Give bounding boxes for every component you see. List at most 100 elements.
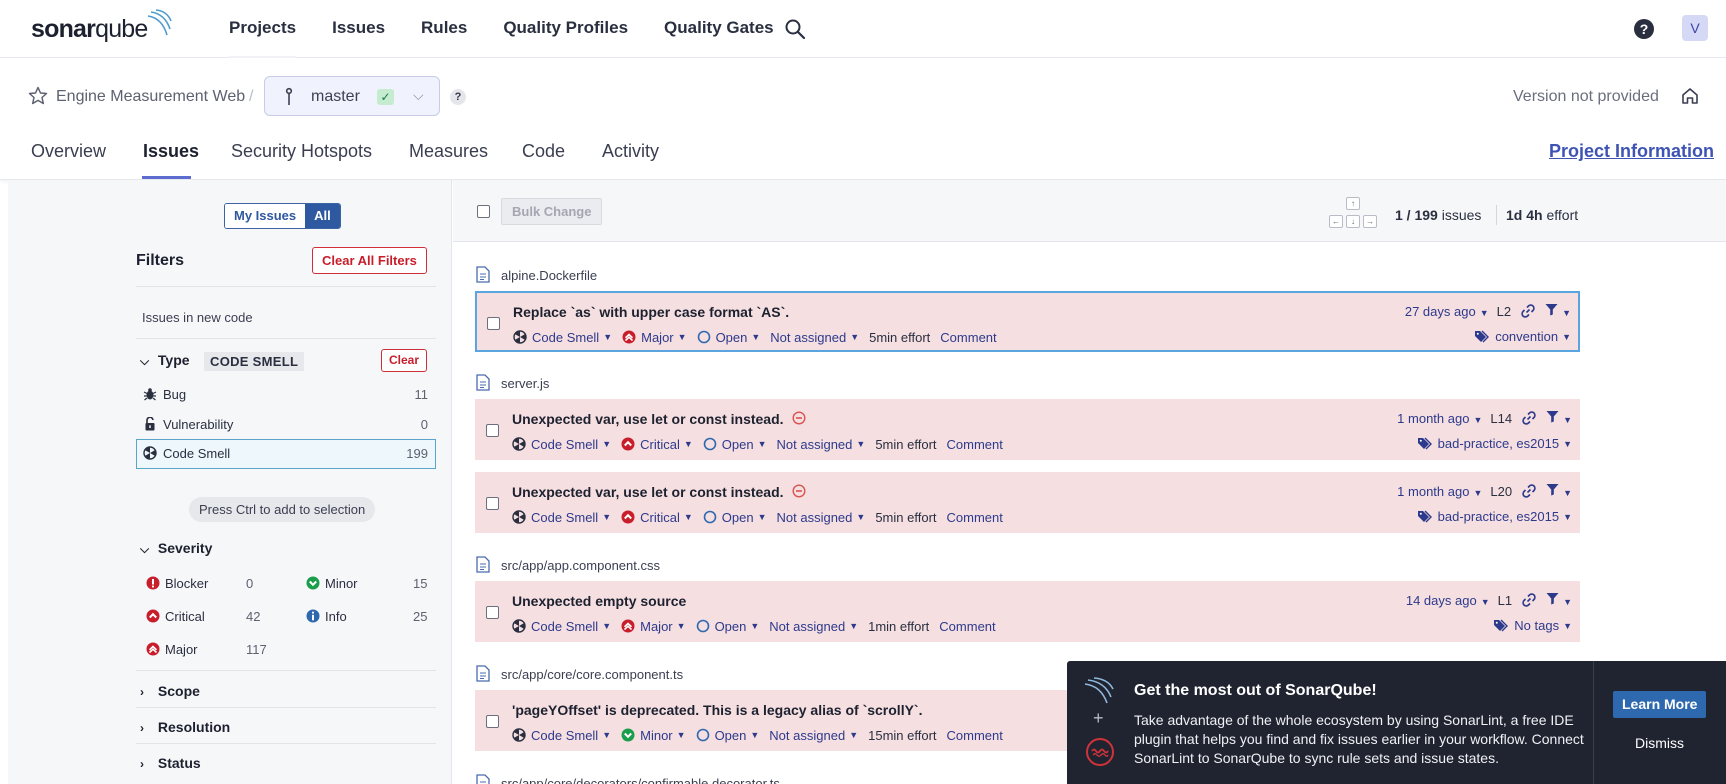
issue-severity-dropdown[interactable]: Minor ▼ [621,728,686,743]
issue-age-dropdown[interactable]: 1 month ago ▼ [1397,411,1490,426]
tab-code[interactable]: Code [522,141,565,162]
severity-facet-header[interactable]: ⌵ Severity [140,540,212,557]
issue-comment-link[interactable]: Comment [940,330,996,345]
issue-comment-link[interactable]: Comment [947,437,1003,452]
branch-selector[interactable]: master ✓ ⌵ [264,76,440,116]
issue-checkbox[interactable] [487,317,500,330]
issue-comment-link[interactable]: Comment [947,510,1003,525]
issue-assignee-dropdown[interactable]: Not assigned ▼ [769,728,858,743]
issue-comment-link[interactable]: Comment [939,619,995,634]
issue-type-dropdown[interactable]: Code Smell ▼ [512,728,611,743]
search-icon[interactable] [784,18,806,40]
issue-tags-dropdown[interactable]: convention ▼ [1474,329,1571,344]
learn-more-button[interactable]: Learn More [1613,691,1707,718]
tab-overview[interactable]: Overview [31,141,106,162]
issue-type-dropdown[interactable]: Code Smell ▼ [513,330,612,345]
nav-rules[interactable]: Rules [421,0,467,58]
permalink-icon[interactable] [1521,304,1535,318]
issue-comment-link[interactable]: Comment [947,728,1003,743]
blocked-icon [792,484,806,498]
status-facet-header[interactable]: › Status [140,755,201,771]
scope-facet-header[interactable]: › Scope [140,683,200,699]
nav-projects[interactable]: Projects [229,0,297,58]
issue-message[interactable]: Replace `as` with upper case format `AS`… [513,304,789,320]
issue-item[interactable]: Replace `as` with upper case format `AS`… [475,291,1580,352]
my-issues-button[interactable]: My Issues [225,204,306,228]
issue-item[interactable]: Unexpected var, use let or const instead… [475,472,1580,533]
issue-type-dropdown[interactable]: Code Smell ▼ [512,510,611,525]
facet-severity-critical[interactable]: Critical 42 [146,608,260,624]
tab-measures[interactable]: Measures [409,141,488,162]
issue-assignee-dropdown[interactable]: Not assigned ▼ [770,330,859,345]
tab-issues[interactable]: Issues [143,141,199,162]
issue-item[interactable]: Unexpected empty source Code Smell ▼ Majo… [475,581,1580,642]
clear-all-filters-button[interactable]: Clear All Filters [312,247,427,274]
issue-severity-dropdown[interactable]: Major ▼ [621,619,686,634]
nav-quality-profiles[interactable]: Quality Profiles [503,0,628,58]
nav-quality-gates[interactable]: Quality Gates [664,0,774,58]
similar-issues-filter[interactable]: ▼ [1546,483,1572,499]
critical-severity-icon [621,437,635,451]
select-all-checkbox[interactable] [477,205,490,218]
similar-issues-filter[interactable]: ▼ [1546,410,1572,426]
issue-age-dropdown[interactable]: 1 month ago ▼ [1397,484,1490,499]
issue-item[interactable]: Unexpected var, use let or const instead… [475,399,1580,460]
similar-issues-filter[interactable]: ▼ [1545,303,1571,319]
issue-status-dropdown[interactable]: Open ▼ [703,510,767,525]
issue-message[interactable]: 'pageYOffset' is deprecated. This is a l… [512,702,922,718]
favorite-star-icon[interactable] [28,86,48,105]
similar-issues-filter[interactable]: ▼ [1546,592,1572,608]
facet-type-code-smell[interactable]: Code Smell 199 [136,439,436,469]
bulk-change-button[interactable]: Bulk Change [501,198,603,225]
dismiss-button[interactable]: Dismiss [1635,735,1684,751]
issue-checkbox[interactable] [486,424,499,437]
issue-severity-dropdown[interactable]: Critical ▼ [621,510,693,525]
issue-assignee-dropdown[interactable]: Not assigned ▼ [777,437,866,452]
facet-type-vulnerability[interactable]: Vulnerability 0 [136,410,436,440]
permalink-icon[interactable] [1522,593,1536,607]
issue-age-dropdown[interactable]: 27 days ago ▼ [1405,304,1497,319]
issue-tags-dropdown[interactable]: No tags ▼ [1493,618,1572,633]
facet-severity-info[interactable]: Info 25 [306,608,436,624]
issue-status-dropdown[interactable]: Open ▼ [697,330,760,345]
issue-severity-dropdown[interactable]: Major ▼ [622,330,687,345]
resolution-facet-header[interactable]: › Resolution [140,719,230,735]
branch-help-icon[interactable]: ? [450,89,466,105]
new-code-filter[interactable]: Issues in new code [142,310,253,325]
issue-assignee-dropdown[interactable]: Not assigned ▼ [777,510,866,525]
all-issues-button[interactable]: All [305,204,340,228]
type-facet-header[interactable]: ⌵ Type [140,352,190,369]
issue-message[interactable]: Unexpected var, use let or const instead… [512,411,806,427]
help-button[interactable]: ? [1634,19,1654,39]
facet-type-bug[interactable]: Bug 11 [136,380,436,410]
issue-type-dropdown[interactable]: Code Smell ▼ [512,619,611,634]
issue-checkbox[interactable] [486,715,499,728]
facet-severity-minor[interactable]: Minor 15 [306,575,436,591]
issue-message[interactable]: Unexpected empty source [512,593,686,609]
issue-type-dropdown[interactable]: Code Smell ▼ [512,437,611,452]
user-avatar[interactable]: V [1682,15,1708,41]
permalink-icon[interactable] [1522,484,1536,498]
project-information-link[interactable]: Project Information [1549,141,1714,162]
home-icon[interactable] [1680,86,1700,106]
issue-age-dropdown[interactable]: 14 days ago ▼ [1406,593,1498,608]
facet-severity-blocker[interactable]: Blocker 0 [146,575,256,591]
project-name-link[interactable]: Engine Measurement Web [56,88,245,106]
tab-activity[interactable]: Activity [602,141,659,162]
issue-checkbox[interactable] [486,497,499,510]
nav-issues[interactable]: Issues [332,0,385,58]
facet-severity-major[interactable]: Major 117 [146,641,267,657]
issue-checkbox[interactable] [486,606,499,619]
issue-status-dropdown[interactable]: Open ▼ [696,728,759,743]
issue-message[interactable]: Unexpected var, use let or const instead… [512,484,806,500]
type-clear-button[interactable]: Clear [381,349,428,372]
issue-assignee-dropdown[interactable]: Not assigned ▼ [769,619,858,634]
permalink-icon[interactable] [1522,411,1536,425]
issue-status-dropdown[interactable]: Open ▼ [703,437,767,452]
issue-status-dropdown[interactable]: Open ▼ [696,619,759,634]
issue-tags-dropdown[interactable]: bad-practice, es2015 ▼ [1417,509,1572,524]
tab-security-hotspots[interactable]: Security Hotspots [231,141,372,162]
sonarqube-logo[interactable]: sonarqube [31,9,172,46]
issue-severity-dropdown[interactable]: Critical ▼ [621,437,693,452]
issue-tags-dropdown[interactable]: bad-practice, es2015 ▼ [1417,436,1572,451]
